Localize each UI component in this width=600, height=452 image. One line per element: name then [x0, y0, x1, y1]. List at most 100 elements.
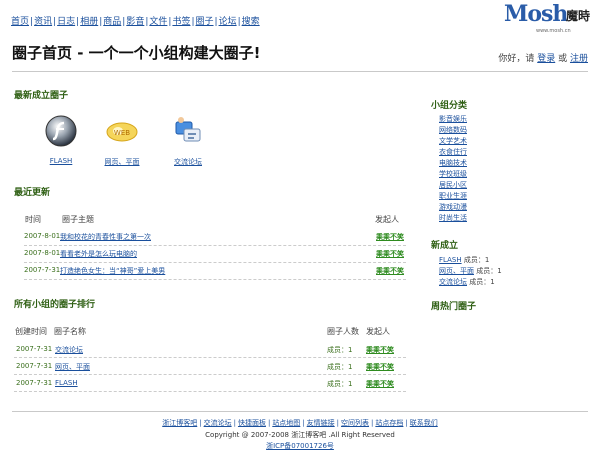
- login-link[interactable]: 登录: [537, 54, 555, 64]
- category-link[interactable]: 学校班级: [439, 169, 467, 179]
- row-date: 2007-8-01: [24, 232, 61, 240]
- col-author: 发起人: [375, 215, 399, 224]
- nav-goods[interactable]: 商品: [103, 17, 121, 27]
- category-link[interactable]: 影音娱乐: [439, 114, 467, 124]
- col-time: 时间: [25, 215, 41, 224]
- new-group-link[interactable]: FLASH: [439, 256, 462, 264]
- newest-groups-title: 最新成立圈子: [14, 91, 69, 101]
- row-date: 2007-8-01: [24, 249, 61, 257]
- footer-link[interactable]: 交流论坛: [204, 419, 232, 427]
- icp-link[interactable]: 浙ICP备07001726号: [266, 442, 334, 450]
- footer-link[interactable]: 浙江博客吧: [162, 419, 197, 427]
- row-members: 成员：1: [327, 346, 353, 354]
- new-group-item: 网页、平面 成员：1: [439, 266, 502, 276]
- ranking-title: 所有小组的圈子排行: [14, 300, 96, 310]
- new-group-link[interactable]: 交流论坛: [439, 278, 467, 286]
- nav-search[interactable]: 搜索: [242, 17, 260, 27]
- footer-link[interactable]: 联系我们: [410, 419, 438, 427]
- footer-link[interactable]: 友情链接: [307, 419, 335, 427]
- register-link[interactable]: 注册: [570, 54, 588, 64]
- row-author-link[interactable]: 乘乘不笑: [376, 232, 404, 242]
- table-row: 2007-7-31 交流论坛 成员：1 乘乘不笑: [14, 341, 406, 358]
- new-group-members: 成员：1: [469, 278, 495, 286]
- row-date: 2007-7-31: [16, 379, 53, 387]
- footer-link[interactable]: 站点地图: [272, 419, 300, 427]
- nav-forum[interactable]: 论坛: [219, 17, 237, 27]
- group-label[interactable]: 网页、平面: [92, 157, 152, 167]
- nav-media[interactable]: 影音: [126, 17, 144, 27]
- category-link[interactable]: 网络数码: [439, 125, 467, 135]
- table-row: 2007-7-31 打造绝色女生：当“神哥”爱上美男 乘乘不笑: [24, 263, 406, 280]
- greeting-text: 你好，请: [498, 54, 535, 64]
- table-row: 2007-8-01 看看老外是怎么玩电脑的 乘乘不笑: [24, 246, 406, 263]
- new-group-link[interactable]: 网页、平面: [439, 267, 474, 275]
- row-date: 2007-7-31: [16, 362, 53, 370]
- footer-link[interactable]: 空间列表: [341, 419, 369, 427]
- group-label[interactable]: FLASH: [31, 157, 91, 165]
- row-author-link[interactable]: 乘乘不笑: [376, 266, 404, 276]
- logo-mark: Mosh: [504, 1, 568, 27]
- category-title: 小组分类: [431, 101, 468, 111]
- nav-bookmarks[interactable]: 书签: [172, 17, 190, 27]
- icp-wrap: 浙ICP备07001726号: [0, 441, 600, 451]
- category-link[interactable]: 文学艺术: [439, 136, 467, 146]
- group-flash[interactable]: FLASH: [31, 114, 91, 165]
- group-forum[interactable]: 交流论坛: [158, 114, 218, 167]
- flash-icon: [45, 115, 77, 147]
- new-group-item: FLASH 成员：1: [439, 255, 489, 265]
- new-groups-title: 新成立: [431, 241, 459, 251]
- nav-blog[interactable]: 日志: [57, 17, 75, 27]
- category-link[interactable]: 时尚生活: [439, 213, 467, 223]
- row-topic-link[interactable]: 看看老外是怎么玩电脑的: [60, 249, 137, 259]
- nav-news[interactable]: 资讯: [34, 17, 52, 27]
- footer-link[interactable]: 站点存档: [375, 419, 403, 427]
- table-row: 2007-8-01 我和校花的青春性事之第一次 乘乘不笑: [24, 229, 406, 246]
- category-link[interactable]: 电脑技术: [439, 158, 467, 168]
- table-row: 2007-7-31 FLASH 成员：1 乘乘不笑: [14, 375, 406, 392]
- row-author-link[interactable]: 乘乘不笑: [366, 379, 394, 389]
- row-author-link[interactable]: 乘乘不笑: [366, 362, 394, 372]
- row-author-link[interactable]: 乘乘不笑: [366, 345, 394, 355]
- new-group-item: 交流论坛 成员：1: [439, 277, 495, 287]
- group-design[interactable]: WEB 网页、平面: [92, 114, 152, 167]
- user-bar: 你好，请 登录 或 注册: [498, 51, 588, 64]
- footer-links: 浙江博客吧 | 交流论坛 | 快捷面板 | 站点地图 | 友情链接 | 空间列表 | 站点存档 | 联系我们: [162, 419, 438, 427]
- group-label[interactable]: 交流论坛: [158, 157, 218, 167]
- row-author-link[interactable]: 乘乘不笑: [376, 249, 404, 259]
- row-group-link[interactable]: FLASH: [55, 379, 78, 387]
- nav-groups[interactable]: 圈子: [196, 17, 214, 27]
- row-members: 成员：1: [327, 363, 353, 371]
- category-link[interactable]: 居民小区: [439, 180, 467, 190]
- row-topic-link[interactable]: 打造绝色女生：当“神哥”爱上美男: [60, 266, 165, 276]
- row-group-link[interactable]: 交流论坛: [55, 345, 83, 355]
- row-members: 成员：1: [327, 380, 353, 388]
- hot-groups-title: 周热门圈子: [431, 302, 477, 312]
- logo-url: www.mosh.cn: [536, 28, 571, 34]
- row-topic-link[interactable]: 我和校花的青春性事之第一次: [60, 232, 151, 242]
- header-divider: [12, 71, 588, 72]
- row-group-link[interactable]: 网页、平面: [55, 362, 90, 372]
- recent-updates-title: 最近更新: [14, 188, 51, 198]
- footer-divider: [12, 411, 588, 412]
- or-text: 或: [558, 54, 568, 64]
- col-created: 创建时间: [15, 327, 47, 336]
- svg-text:WEB: WEB: [114, 129, 130, 137]
- category-link[interactable]: 职业生涯: [439, 191, 467, 201]
- nav-home[interactable]: 首页: [11, 17, 29, 27]
- copyright: Copyright @ 2007-2008 浙江博客吧 .All Right R…: [205, 431, 395, 439]
- page-title: 圈子首页 - 一个一个小组构建大圈子!: [12, 44, 261, 62]
- table-row: 2007-7-31 网页、平面 成员：1 乘乘不笑: [14, 358, 406, 375]
- category-link[interactable]: 衣食住行: [439, 147, 467, 157]
- top-nav: 首页|资讯|日志|相册|商品|影音|文件|书签|圈子|论坛|搜索: [11, 17, 260, 27]
- site-logo[interactable]: Mosh 魔時 www.mosh.cn: [504, 1, 592, 34]
- new-group-members: 成员：1: [476, 267, 502, 275]
- col-group-name: 圈子名称: [54, 327, 86, 336]
- nav-album[interactable]: 相册: [80, 17, 98, 27]
- new-group-members: 成员：1: [463, 256, 490, 264]
- category-link[interactable]: 游戏动漫: [439, 202, 467, 212]
- nav-files[interactable]: 文件: [149, 17, 167, 27]
- design-icon: WEB: [106, 122, 138, 142]
- logo-cn: 魔時: [566, 9, 591, 23]
- col-author: 发起人: [366, 327, 390, 336]
- footer-link[interactable]: 快捷面板: [238, 419, 266, 427]
